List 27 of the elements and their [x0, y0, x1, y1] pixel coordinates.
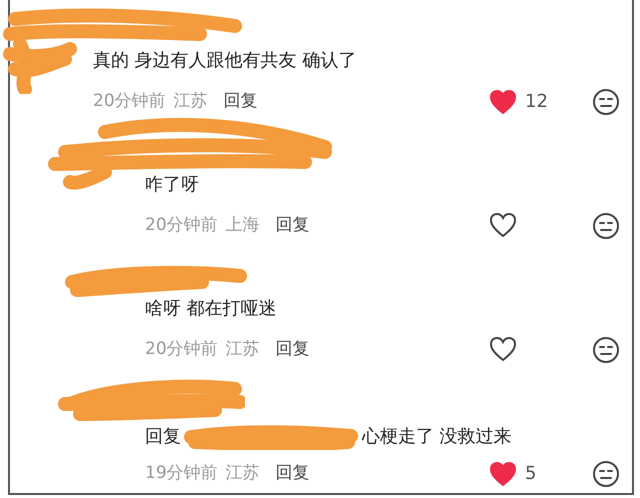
reply-prefix[interactable]: 回复	[145, 428, 181, 446]
comment-text: 啥呀 都在打哑迷	[145, 300, 277, 318]
comment-text: 心梗走了 没救过来	[362, 428, 512, 446]
comment-time: 20分钟前	[93, 90, 166, 114]
heart-icon[interactable]	[489, 336, 517, 362]
comment-time: 20分钟前	[145, 214, 218, 238]
reply-link[interactable]: 回复	[276, 213, 310, 239]
like-count: 5	[525, 462, 536, 486]
emoji-icon[interactable]	[592, 212, 620, 240]
comment-location: 江苏	[226, 462, 260, 486]
comment-location: 江苏	[174, 90, 208, 114]
reply-link[interactable]: 回复	[224, 89, 258, 115]
heart-icon[interactable]	[489, 460, 517, 486]
comment-text: 咋了呀	[145, 176, 199, 194]
reply-link[interactable]: 回复	[276, 337, 310, 363]
emoji-icon[interactable]	[592, 88, 620, 116]
like-count: 12	[525, 90, 548, 114]
comment-text: 真的 身边有人跟他有共友 确认了	[93, 52, 356, 70]
emoji-icon[interactable]	[592, 460, 620, 488]
comment-time: 20分钟前	[145, 338, 218, 362]
comment-location: 江苏	[226, 338, 260, 362]
emoji-icon[interactable]	[592, 336, 620, 364]
comment-location: 上海	[226, 214, 260, 238]
heart-icon[interactable]	[489, 88, 517, 114]
reply-link[interactable]: 回复	[276, 461, 310, 487]
comment-time: 19分钟前	[145, 462, 218, 486]
heart-icon[interactable]	[489, 212, 517, 238]
